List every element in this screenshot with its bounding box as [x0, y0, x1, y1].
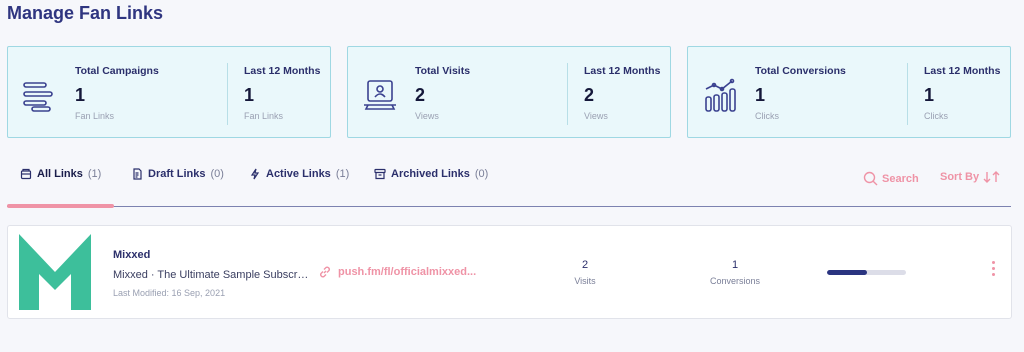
stat-label: Total Visits [415, 65, 471, 77]
tab-archived-links[interactable]: Archived Links (0) [374, 168, 488, 180]
stat-period-value: 1 [244, 85, 255, 105]
stat-period-unit: Fan Links [244, 111, 284, 121]
stat-period-unit: Clicks [924, 111, 948, 121]
lightning-icon [250, 168, 260, 180]
sort-button[interactable]: Sort By [940, 171, 1001, 183]
visits-value: 2 [581, 259, 589, 271]
stat-period-unit: Views [584, 111, 608, 121]
stat-card-visits: Total Visits 2 Views Last 12 Months 2 Vi… [347, 46, 671, 138]
stat-card-campaigns: Total Campaigns 1 Fan Links Last 12 Mont… [7, 46, 331, 138]
tab-label: Archived Links [391, 168, 470, 180]
stat-unit: Clicks [755, 111, 779, 121]
campaigns-list-icon [23, 82, 53, 112]
tab-all-links[interactable]: All Links (1) [20, 168, 101, 180]
tab-draft-links[interactable]: Draft Links (0) [131, 168, 224, 180]
fan-link-card[interactable]: Mixxed Mixxed · The Ultimate Sample Subs… [7, 225, 1012, 319]
more-options-menu-button[interactable] [986, 261, 1000, 283]
stat-period-value: 2 [584, 85, 595, 105]
progress-fill [827, 270, 867, 275]
stat-period-label: Last 12 Months [924, 65, 1001, 77]
sort-label: Sort By [940, 171, 980, 183]
stat-value: 1 [755, 85, 766, 105]
stat-card-conversions: Total Conversions 1 Clicks Last 12 Month… [687, 46, 1011, 138]
tab-count: (0) [210, 168, 224, 180]
visits-label: Visits [574, 276, 596, 286]
tab-active-links[interactable]: Active Links (1) [249, 168, 349, 180]
stat-unit: Fan Links [75, 111, 115, 121]
tab-label: Active Links [266, 168, 331, 180]
link-url[interactable]: push.fm/fl/officialmixxed... [318, 265, 476, 279]
archive-icon [374, 168, 386, 180]
visits-monitor-icon [364, 80, 396, 110]
stat-value: 1 [75, 85, 86, 105]
tab-label: Draft Links [148, 168, 206, 180]
tab-count: (0) [474, 168, 489, 180]
stat-period-label: Last 12 Months [244, 65, 321, 77]
conversions-chart-icon [705, 78, 736, 112]
link-url-text: push.fm/fl/officialmixxed... [338, 266, 477, 278]
all-links-icon [20, 168, 32, 180]
search-label: Search [882, 172, 919, 185]
conversions-value: 1 [731, 259, 739, 271]
search-button[interactable]: Search [863, 171, 919, 186]
page-title: Manage Fan Links [7, 3, 164, 23]
search-icon [863, 171, 878, 186]
stat-period-value: 1 [924, 85, 935, 105]
tab-count: (1) [87, 168, 102, 180]
link-filter-tabs: All Links (1) Draft Links (0) Active Lin… [7, 160, 1011, 208]
stat-divider [567, 63, 568, 125]
tab-count: (1) [335, 168, 350, 180]
stat-divider [907, 63, 908, 125]
conversion-progress-bar [827, 270, 906, 275]
link-name[interactable]: Mixxed [113, 249, 150, 261]
conversions-metric: 1 Conversions [695, 259, 775, 286]
tabs-divider [7, 206, 1011, 207]
stat-unit: Views [415, 111, 439, 121]
sort-arrows-icon [983, 171, 1000, 183]
tab-label: All Links [37, 168, 83, 180]
stat-label: Total Conversions [755, 65, 846, 77]
mixxed-logo [19, 234, 91, 310]
active-tab-indicator [7, 204, 114, 208]
link-last-modified: Last Modified: 16 Sep, 2021 [113, 288, 226, 298]
visits-metric: 2 Visits [545, 259, 625, 286]
draft-icon [133, 168, 142, 180]
stat-period-label: Last 12 Months [584, 65, 661, 77]
conversions-label: Conversions [709, 276, 761, 286]
stat-divider [227, 63, 228, 125]
link-icon [320, 266, 330, 278]
stat-value: 2 [415, 85, 426, 105]
link-description: Mixxed · The Ultimate Sample Subscriptio… [113, 269, 309, 281]
stat-label: Total Campaigns [75, 65, 159, 77]
